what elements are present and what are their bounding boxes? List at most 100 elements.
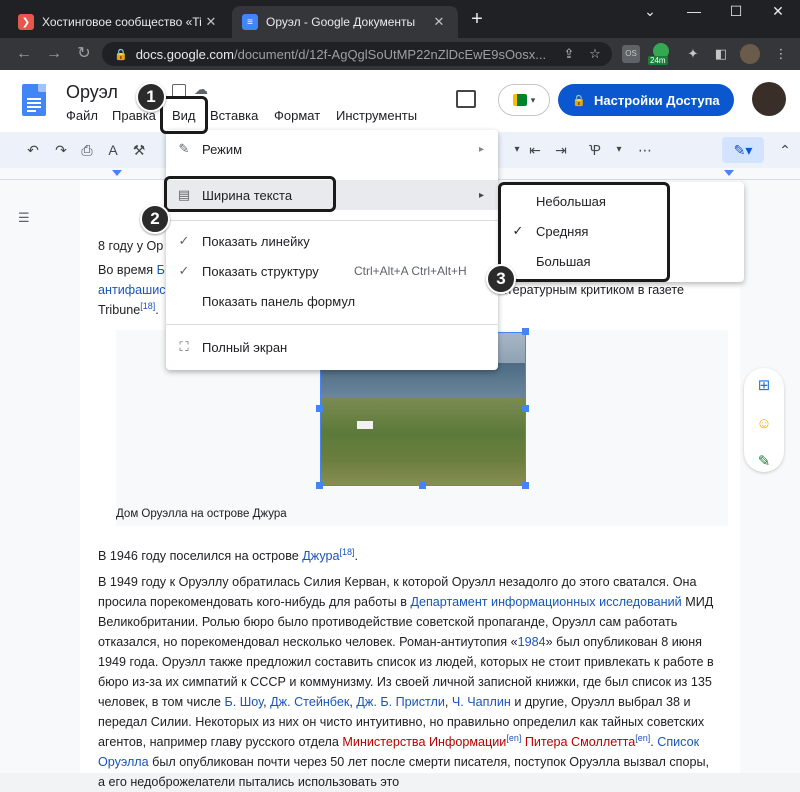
pencil-icon: ✎ [178, 141, 190, 156]
clear-formatting-icon[interactable]: Ꝕ [586, 141, 604, 159]
lock-icon: 🔒 [572, 94, 587, 107]
text-run: , [444, 695, 452, 709]
paragraph-1-tail: итературным критиком в газете [500, 283, 685, 297]
text-run: был опубликован почти через 50 лет после… [98, 755, 710, 789]
maximize-icon[interactable]: ☐ [714, 0, 758, 26]
docs-logo-icon[interactable] [22, 84, 46, 116]
highlight-width-submenu [498, 182, 670, 282]
share-label: Настройки Доступа [594, 92, 720, 108]
fullscreen-icon: ⛶ [179, 339, 189, 354]
bookmark-star-icon[interactable]: ☆ [586, 45, 604, 63]
undo-icon[interactable]: ↶ [24, 141, 42, 159]
view-menu: ✎ Режим ▸ ▤ Ширина текста ▸ ✓ Показать л… [166, 130, 498, 370]
submenu-arrow-icon: ▸ [478, 143, 484, 155]
text-link[interactable]: 1984 [518, 635, 546, 649]
document-title[interactable]: Оруэл [66, 82, 118, 103]
step-badge-2: 2 [140, 204, 170, 234]
browser-menu-icon[interactable]: ⋮ [772, 45, 790, 63]
address-bar-row: ← → ↻ 🔒 docs.google.com /document/d/12f-… [0, 38, 800, 70]
menu-file[interactable]: Файл [66, 108, 98, 123]
extensions-puzzle-icon[interactable]: ✦ [684, 45, 702, 63]
menu-divider [166, 324, 498, 325]
image-caption: Дом Оруэлла на острове Джура [116, 508, 287, 520]
extension-os-icon[interactable]: OS [622, 45, 640, 63]
menu-item-mode[interactable]: ✎ Режим ▸ [166, 134, 498, 164]
extension-timer-icon[interactable]: 24m [648, 43, 672, 65]
check-icon: ✓ [178, 233, 190, 248]
spellcheck-icon[interactable]: A [104, 141, 122, 159]
more-options-icon[interactable]: ⋯ [636, 141, 654, 159]
share-button[interactable]: 🔒 Настройки Доступа [558, 84, 734, 116]
suggest-edits-icon[interactable]: ✎ [754, 452, 774, 472]
url-host: docs.google.com [135, 46, 234, 62]
docs-favicon-icon: ≡ [242, 14, 258, 30]
highlight-text-width [164, 176, 336, 212]
menu-item-show-ruler[interactable]: ✓ Показать линейку [166, 226, 498, 256]
collapse-icon[interactable]: ⌃ [776, 141, 794, 159]
decrease-indent-icon[interactable]: ⇤ [526, 141, 544, 159]
meet-button[interactable]: ▾ [498, 84, 550, 116]
add-comment-icon[interactable]: ⊞ [754, 376, 774, 396]
meet-icon [512, 94, 527, 106]
forward-icon[interactable]: → [42, 42, 66, 66]
reload-icon[interactable]: ↻ [72, 42, 96, 66]
text-link[interactable]: Департамент информационных исследований [410, 595, 681, 609]
outline-icon[interactable]: ☰ [18, 210, 34, 225]
redo-icon[interactable]: ↷ [52, 141, 70, 159]
close-window-icon[interactable]: ✕ [756, 0, 800, 26]
chevron-down-icon[interactable]: ▾ [610, 141, 628, 159]
text-link[interactable]: Питера Смоллетта [525, 735, 635, 749]
browser-tab-timeweb[interactable]: ❯ Хостинговое сообщество «Time ✕ [8, 6, 230, 38]
extension-badge: 24m [648, 56, 668, 65]
highlight-view-menu [160, 96, 208, 134]
minimize-icon[interactable]: — [672, 0, 716, 26]
lock-icon: 🔒 [114, 48, 128, 61]
menu-divider [166, 220, 498, 221]
close-tab-icon[interactable]: ✕ [430, 14, 448, 30]
text-link[interactable]: Дж. Стейнбек [270, 695, 349, 709]
chevron-down-icon[interactable]: ▾ [508, 141, 526, 159]
text-link[interactable]: Б. Шоу [224, 695, 263, 709]
tab-search-icon[interactable]: ⌄ [628, 0, 672, 26]
menu-item-show-outline[interactable]: ✓ Показать структуру Ctrl+Alt+A Ctrl+Alt… [166, 256, 498, 286]
side-panel-icon[interactable]: ◧ [712, 45, 730, 63]
back-icon[interactable]: ← [12, 42, 36, 66]
increase-indent-icon[interactable]: ⇥ [552, 141, 570, 159]
new-tab-button[interactable]: + [466, 9, 488, 31]
user-avatar[interactable] [752, 82, 786, 116]
text-link[interactable]: [en] [506, 733, 521, 743]
browser-tab-docs[interactable]: ≡ Оруэл - Google Документы ✕ [232, 6, 458, 38]
menu-tools[interactable]: Инструменты [336, 108, 417, 123]
editing-mode-button[interactable]: ✎▾ [722, 137, 764, 163]
comments-icon[interactable] [456, 90, 476, 108]
text-link[interactable]: [en] [635, 733, 650, 743]
left-indent-marker-icon[interactable] [112, 170, 122, 176]
share-page-icon[interactable]: ⇪ [560, 45, 578, 63]
chevron-down-icon: ▾ [530, 94, 536, 105]
profile-avatar[interactable] [740, 44, 760, 64]
print-icon[interactable]: ⎙ [78, 141, 96, 159]
tab-title: Хостинговое сообщество «Time [42, 15, 202, 29]
text-link[interactable]: Дж. Б. Пристли [356, 695, 444, 709]
menu-item-show-equation-toolbar[interactable]: Показать панель формул [166, 286, 498, 316]
right-indent-marker-icon[interactable] [724, 170, 734, 176]
text-link[interactable]: Ч. Чаплин [452, 695, 511, 709]
docs-header: Оруэл ☁ Файл Правка Вид Вставка Формат И… [0, 70, 800, 132]
browser-tab-strip: ❯ Хостинговое сообщество «Time ✕ ≡ Оруэл… [0, 0, 800, 38]
paint-format-icon[interactable]: ⚒ [130, 141, 148, 159]
menu-format[interactable]: Формат [274, 108, 320, 123]
menu-insert[interactable]: Вставка [210, 108, 258, 123]
text-link[interactable]: Министерства Информации [342, 735, 506, 749]
url-path: /document/d/12f-AgQglSoUtMP22nZlDcEwE9sO… [233, 46, 547, 62]
menu-item-full-screen[interactable]: ⛶ Полный экран [166, 332, 498, 362]
url-bar[interactable]: 🔒 docs.google.com /document/d/12f-AgQglS… [102, 42, 612, 66]
shortcut-label: Ctrl+Alt+A Ctrl+Alt+H [354, 264, 467, 278]
step-badge-1: 1 [136, 82, 166, 112]
timeweb-favicon-icon: ❯ [18, 14, 34, 30]
check-icon: ✓ [178, 263, 190, 278]
emoji-reaction-icon[interactable]: ☺ [754, 414, 774, 434]
close-tab-icon[interactable]: ✕ [202, 14, 220, 30]
tab-title: Оруэл - Google Документы [266, 15, 416, 29]
paragraph-2: В 1946 году поселился на острове Джура[1… [98, 546, 359, 563]
paragraph-3: В 1949 году к Оруэллу обратилась Силия К… [98, 572, 718, 792]
